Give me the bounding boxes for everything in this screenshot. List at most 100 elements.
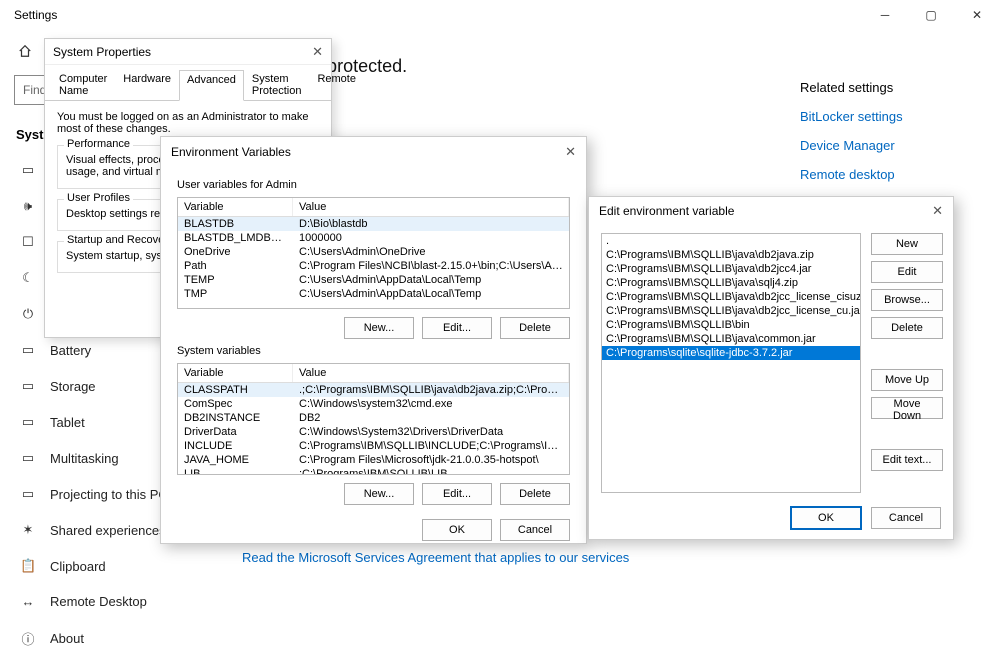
var-value: ;C:\Programs\IBM\SQLLIB\LIB xyxy=(293,467,569,475)
table-row[interactable]: PathC:\Program Files\NCBI\blast-2.15.0+\… xyxy=(178,259,569,273)
envvars-titlebar: Environment Variables ✕ xyxy=(161,137,586,167)
edit-env-var-dialog: Edit environment variable ✕ .C:\Programs… xyxy=(588,196,954,540)
var-value: C:\Users\Admin\AppData\Local\Temp xyxy=(293,273,569,287)
col-value[interactable]: Value xyxy=(293,364,569,382)
var-value: C:\Users\Admin\AppData\Local\Temp xyxy=(293,287,569,301)
close-icon[interactable]: ✕ xyxy=(312,44,323,60)
path-row[interactable]: C:\Programs\sqlite\sqlite-jdbc-3.7.2.jar xyxy=(602,346,860,360)
var-name: JAVA_HOME xyxy=(178,453,293,467)
sidebar-item-label: Clipboard xyxy=(50,559,106,574)
maximize-button[interactable]: ▢ xyxy=(908,0,954,30)
path-row[interactable]: . xyxy=(602,234,860,248)
sidebar-item-about[interactable]: ⓘ About xyxy=(14,619,220,658)
table-row[interactable]: BLASTDB_LMDB_MAP_SIZE1000000 xyxy=(178,231,569,245)
var-name: INCLUDE xyxy=(178,439,293,453)
user-new-button[interactable]: New... xyxy=(344,317,414,339)
editvar-movedown-button[interactable]: Move Down xyxy=(871,397,943,419)
sidebar-item-label: Shared experiences xyxy=(50,523,166,538)
var-value: C:\Windows\system32\cmd.exe xyxy=(293,397,569,411)
path-list[interactable]: .C:\Programs\IBM\SQLLIB\java\db2java.zip… xyxy=(601,233,861,493)
path-row[interactable]: C:\Programs\IBM\SQLLIB\java\db2jcc_licen… xyxy=(602,290,860,304)
table-row[interactable]: CLASSPATH.;C:\Programs\IBM\SQLLIB\java\d… xyxy=(178,383,569,397)
related-link-bitlocker-settings[interactable]: BitLocker settings xyxy=(800,109,960,124)
var-name: BLASTDB xyxy=(178,217,293,231)
sound-icon: 🕪 xyxy=(20,198,36,214)
sysprops-titlebar: System Properties ✕ xyxy=(45,39,331,65)
tab-advanced[interactable]: Advanced xyxy=(179,70,244,101)
user-vars-table[interactable]: Variable Value BLASTDBD:\Bio\blastdbBLAS… xyxy=(177,197,570,309)
editvar-ok-button[interactable]: OK xyxy=(791,507,861,529)
storage-icon: ▭ xyxy=(20,378,36,394)
envvars-cancel-button[interactable]: Cancel xyxy=(500,519,570,541)
sidebar-item-remote-desktop[interactable]: ↔Remote Desktop xyxy=(14,584,220,619)
related-link-device-manager[interactable]: Device Manager xyxy=(800,138,960,153)
var-name: BLASTDB_LMDB_MAP_SIZE xyxy=(178,231,293,245)
table-row[interactable]: DB2INSTANCEDB2 xyxy=(178,411,569,425)
project-icon: ▭ xyxy=(20,486,36,502)
tab-computer-name[interactable]: Computer Name xyxy=(51,69,115,100)
tab-hardware[interactable]: Hardware xyxy=(115,69,179,100)
var-name: OneDrive xyxy=(178,245,293,259)
table-row[interactable]: INCLUDEC:\Programs\IBM\SQLLIB\INCLUDE;C:… xyxy=(178,439,569,453)
editvar-new-button[interactable]: New xyxy=(871,233,943,255)
info-icon: ⓘ xyxy=(20,629,36,648)
tab-system-protection[interactable]: System Protection xyxy=(244,69,310,100)
table-row[interactable]: OneDriveC:\Users\Admin\OneDrive xyxy=(178,245,569,259)
path-row[interactable]: C:\Programs\IBM\SQLLIB\java\db2jcc4.jar xyxy=(602,262,860,276)
col-value[interactable]: Value xyxy=(293,198,569,216)
sys-delete-button[interactable]: Delete xyxy=(500,483,570,505)
editvar-edittext-button[interactable]: Edit text... xyxy=(871,449,943,471)
close-button[interactable]: ✕ xyxy=(954,0,1000,30)
path-row[interactable]: C:\Programs\IBM\SQLLIB\bin xyxy=(602,318,860,332)
bell-icon: ☐ xyxy=(20,234,36,250)
envvars-ok-button[interactable]: OK xyxy=(422,519,492,541)
path-row[interactable]: C:\Programs\IBM\SQLLIB\java\sqlj4.zip xyxy=(602,276,860,290)
path-row[interactable]: C:\Programs\IBM\SQLLIB\java\db2jcc_licen… xyxy=(602,304,860,318)
var-value: C:\Programs\IBM\SQLLIB\INCLUDE;C:\Progra… xyxy=(293,439,569,453)
related-settings-head: Related settings xyxy=(800,80,960,95)
col-variable[interactable]: Variable xyxy=(178,364,293,382)
path-row[interactable]: C:\Programs\IBM\SQLLIB\java\common.jar xyxy=(602,332,860,346)
editvar-browse-button[interactable]: Browse... xyxy=(871,289,943,311)
var-value: D:\Bio\blastdb xyxy=(293,217,569,231)
var-name: ComSpec xyxy=(178,397,293,411)
editvar-edit-button[interactable]: Edit xyxy=(871,261,943,283)
var-name: TEMP xyxy=(178,273,293,287)
sys-new-button[interactable]: New... xyxy=(344,483,414,505)
close-icon[interactable]: ✕ xyxy=(932,203,943,219)
related-link-remote-desktop[interactable]: Remote desktop xyxy=(800,167,960,182)
user-profiles-title: User Profiles xyxy=(64,192,133,204)
var-name: LIB xyxy=(178,467,293,475)
var-name: TMP xyxy=(178,287,293,301)
table-row[interactable]: TMPC:\Users\Admin\AppData\Local\Temp xyxy=(178,287,569,301)
system-vars-table[interactable]: Variable Value CLASSPATH.;C:\Programs\IB… xyxy=(177,363,570,475)
table-row[interactable]: TEMPC:\Users\Admin\AppData\Local\Temp xyxy=(178,273,569,287)
col-variable[interactable]: Variable xyxy=(178,198,293,216)
sys-edit-button[interactable]: Edit... xyxy=(422,483,492,505)
tab-remote[interactable]: Remote xyxy=(309,69,364,100)
editvar-delete-button[interactable]: Delete xyxy=(871,317,943,339)
minimize-button[interactable]: ─ xyxy=(862,0,908,30)
path-row[interactable]: C:\Programs\IBM\SQLLIB\java\db2java.zip xyxy=(602,248,860,262)
var-value: DB2 xyxy=(293,411,569,425)
sidebar-item-label: Projecting to this PC xyxy=(50,487,168,502)
table-row[interactable]: LIB;C:\Programs\IBM\SQLLIB\LIB xyxy=(178,467,569,475)
table-row[interactable]: DriverDataC:\Windows\System32\Drivers\Dr… xyxy=(178,425,569,439)
admin-note: You must be logged on as an Administrato… xyxy=(57,111,319,135)
user-edit-button[interactable]: Edit... xyxy=(422,317,492,339)
editvar-moveup-button[interactable]: Move Up xyxy=(871,369,943,391)
home-icon xyxy=(18,44,32,61)
table-row[interactable]: JAVA_HOMEC:\Program Files\Microsoft\jdk-… xyxy=(178,453,569,467)
sidebar-item-label: About xyxy=(50,631,84,646)
editvar-cancel-button[interactable]: Cancel xyxy=(871,507,941,529)
table-row[interactable]: BLASTDBD:\Bio\blastdb xyxy=(178,217,569,231)
var-name: Path xyxy=(178,259,293,273)
remote-icon: ↔ xyxy=(20,594,36,609)
table-row[interactable]: ComSpecC:\Windows\system32\cmd.exe xyxy=(178,397,569,411)
var-value: .;C:\Programs\IBM\SQLLIB\java\db2java.zi… xyxy=(293,383,569,397)
var-value: C:\Users\Admin\OneDrive xyxy=(293,245,569,259)
sysprops-title: System Properties xyxy=(53,45,151,59)
user-delete-button[interactable]: Delete xyxy=(500,317,570,339)
performance-title: Performance xyxy=(64,138,133,150)
close-icon[interactable]: ✕ xyxy=(565,144,576,160)
